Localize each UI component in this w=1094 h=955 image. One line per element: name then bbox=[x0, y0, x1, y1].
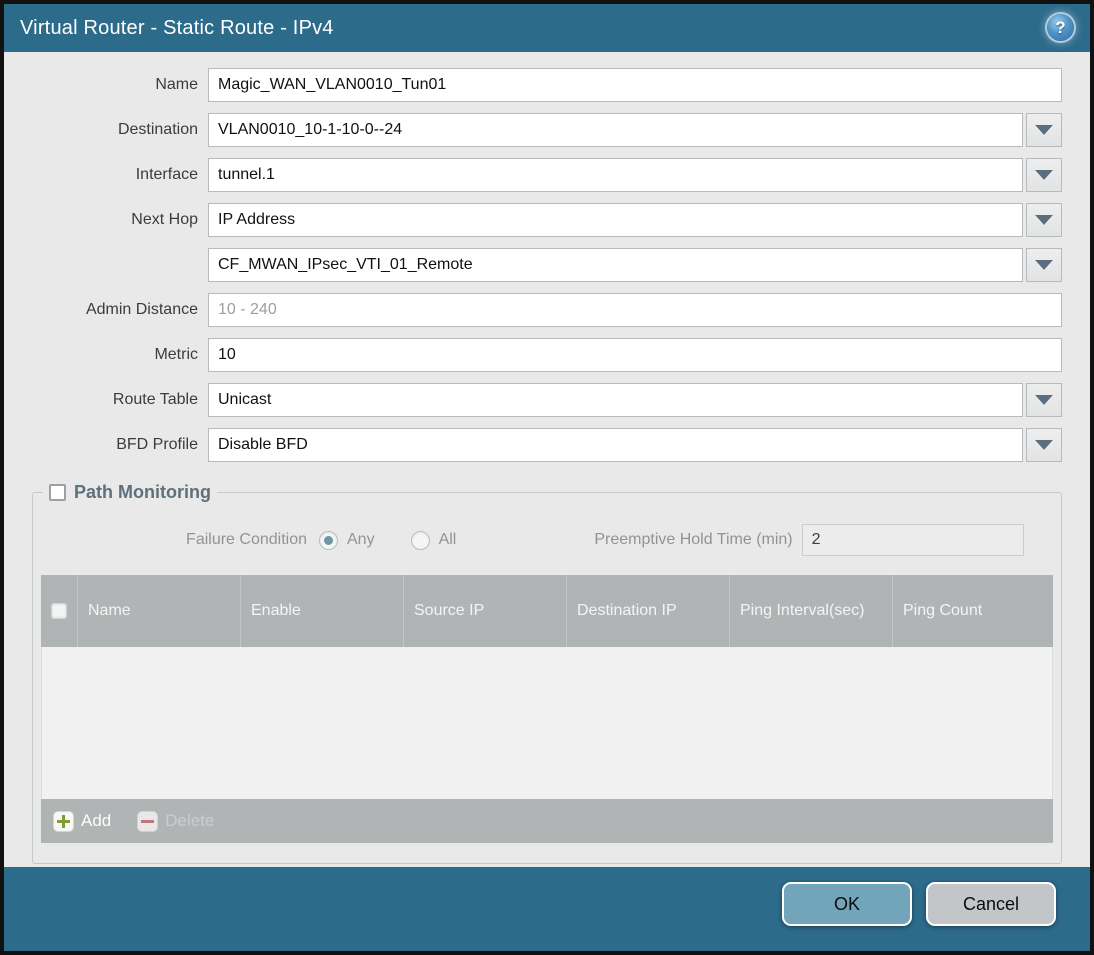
bfd-profile-label: BFD Profile bbox=[116, 436, 198, 453]
next-hop-address-row bbox=[32, 248, 1062, 282]
dialog-footer: OK Cancel bbox=[4, 867, 1090, 951]
interface-label: Interface bbox=[135, 166, 198, 183]
destination-row: Destination bbox=[32, 113, 1062, 147]
bfd-profile-input[interactable] bbox=[208, 428, 1023, 462]
next-hop-type-input[interactable] bbox=[208, 203, 1023, 237]
delete-button[interactable]: Delete bbox=[137, 810, 215, 832]
table-toolbar: Add Delete bbox=[41, 799, 1053, 843]
metric-input[interactable] bbox=[208, 338, 1062, 372]
help-icon-glyph: ? bbox=[1055, 17, 1066, 37]
radio-all[interactable]: All bbox=[410, 530, 457, 550]
failure-condition-label: Failure Condition bbox=[186, 531, 307, 548]
interface-row: Interface bbox=[32, 158, 1062, 192]
next-hop-label: Next Hop bbox=[131, 211, 198, 228]
bfd-profile-dropdown-button[interactable] bbox=[1026, 428, 1062, 462]
metric-label: Metric bbox=[154, 346, 198, 363]
failure-condition-row: Failure Condition Any All Preemptive Hol… bbox=[41, 523, 1053, 557]
route-table-label: Route Table bbox=[112, 391, 198, 408]
path-monitoring-table: Name Enable Source IP Destination IP Pin… bbox=[41, 575, 1053, 843]
select-all-checkbox[interactable] bbox=[51, 603, 67, 619]
interface-input[interactable] bbox=[208, 158, 1023, 192]
radio-any-label: Any bbox=[347, 531, 375, 548]
delete-button-label: Delete bbox=[165, 811, 215, 830]
next-hop-row: Next Hop bbox=[32, 203, 1062, 237]
radio-selected-dot bbox=[324, 535, 333, 545]
next-hop-type-dropdown-button[interactable] bbox=[1026, 203, 1062, 237]
admin-distance-label: Admin Distance bbox=[85, 301, 198, 318]
column-header-destination-ip: Destination IP bbox=[566, 575, 729, 647]
destination-label: Destination bbox=[117, 121, 198, 138]
chevron-down-icon bbox=[1035, 260, 1053, 270]
header-checkbox-cell bbox=[41, 575, 77, 647]
chevron-down-icon bbox=[1035, 440, 1053, 450]
radio-any[interactable]: Any bbox=[319, 530, 375, 550]
path-monitoring-title: Path Monitoring bbox=[74, 482, 211, 502]
radio-all-circle bbox=[410, 530, 430, 550]
chevron-down-icon bbox=[1035, 215, 1053, 225]
ok-button[interactable]: OK bbox=[782, 882, 912, 926]
minus-icon bbox=[137, 810, 159, 832]
path-monitoring-legend: Path Monitoring bbox=[43, 482, 217, 503]
chevron-down-icon bbox=[1035, 395, 1053, 405]
name-label: Name bbox=[155, 76, 198, 93]
destination-dropdown-button[interactable] bbox=[1026, 113, 1062, 147]
add-button-label: Add bbox=[81, 811, 112, 830]
cancel-button[interactable]: Cancel bbox=[926, 882, 1056, 926]
destination-input[interactable] bbox=[208, 113, 1023, 147]
path-monitoring-section: Path Monitoring Failure Condition Any Al… bbox=[32, 482, 1062, 864]
column-header-source-ip: Source IP bbox=[403, 575, 566, 647]
bfd-profile-row: BFD Profile bbox=[32, 428, 1062, 462]
column-header-ping-count: Ping Count bbox=[892, 575, 1053, 647]
chevron-down-icon bbox=[1035, 170, 1053, 180]
route-table-dropdown-button[interactable] bbox=[1026, 383, 1062, 417]
failure-condition-radio-group: Any All bbox=[319, 530, 457, 550]
dialog-title: Virtual Router - Static Route - IPv4 bbox=[20, 16, 334, 39]
name-row: Name bbox=[32, 68, 1062, 102]
static-route-dialog: Virtual Router - Static Route - IPv4 ? N… bbox=[0, 0, 1094, 955]
preemptive-hold-time-input[interactable] bbox=[801, 524, 1024, 556]
metric-row: Metric bbox=[32, 338, 1062, 372]
column-header-enable: Enable bbox=[240, 575, 403, 647]
admin-distance-input[interactable] bbox=[208, 293, 1062, 327]
preemptive-hold-time-label: Preemptive Hold Time (min) bbox=[594, 531, 793, 548]
interface-dropdown-button[interactable] bbox=[1026, 158, 1062, 192]
titlebar: Virtual Router - Static Route - IPv4 ? bbox=[4, 4, 1090, 52]
route-table-row: Route Table bbox=[32, 383, 1062, 417]
path-monitoring-checkbox[interactable] bbox=[49, 484, 66, 501]
add-button[interactable]: Add bbox=[53, 810, 112, 832]
dialog-content: Name Destination Interface bbox=[4, 52, 1090, 867]
chevron-down-icon bbox=[1035, 125, 1053, 135]
name-input[interactable] bbox=[208, 68, 1062, 102]
column-header-name: Name bbox=[77, 575, 240, 647]
radio-any-circle bbox=[319, 530, 338, 550]
radio-all-label: All bbox=[438, 531, 457, 548]
next-hop-address-dropdown-button[interactable] bbox=[1026, 248, 1062, 282]
column-header-ping-interval: Ping Interval(sec) bbox=[729, 575, 892, 647]
table-header: Name Enable Source IP Destination IP Pin… bbox=[41, 575, 1053, 647]
next-hop-address-input[interactable] bbox=[208, 248, 1023, 282]
help-icon[interactable]: ? bbox=[1047, 14, 1074, 41]
plus-icon bbox=[53, 810, 74, 832]
route-table-input[interactable] bbox=[208, 383, 1023, 417]
admin-distance-row: Admin Distance bbox=[32, 293, 1062, 327]
table-body-empty bbox=[41, 647, 1053, 799]
